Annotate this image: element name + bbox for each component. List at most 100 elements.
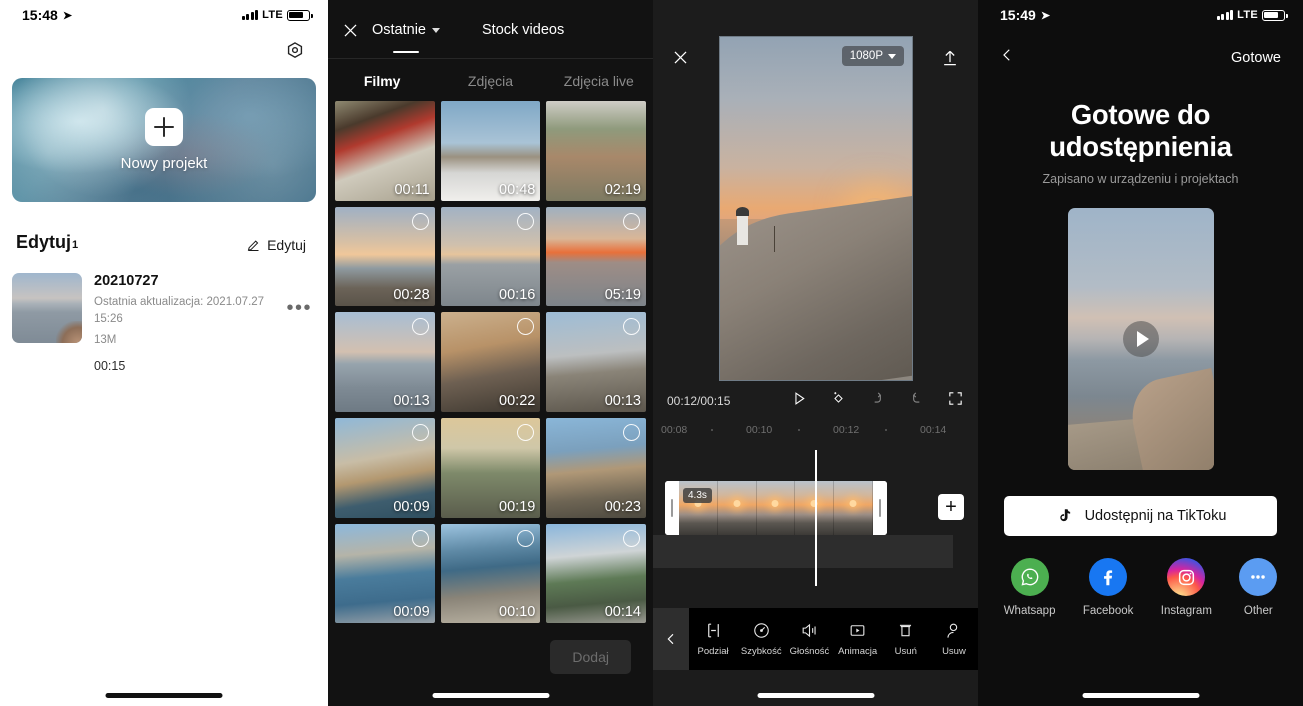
share-video-preview[interactable]: [1067, 208, 1214, 470]
timeline-track-secondary[interactable]: [653, 535, 953, 568]
play-icon[interactable]: [1122, 321, 1159, 357]
media-item[interactable]: 00:23: [546, 418, 646, 518]
undo-icon[interactable]: [869, 390, 886, 412]
toolbar-label: Animacja: [838, 646, 878, 657]
ruler-tick: 00:08: [661, 424, 688, 436]
share-navbar: Gotowe: [978, 30, 1303, 69]
new-project-banner[interactable]: Nowy projekt: [12, 78, 316, 202]
upload-icon[interactable]: [940, 48, 960, 73]
media-item[interactable]: 00:13: [335, 312, 435, 412]
video-preview[interactable]: 1080P: [719, 36, 913, 381]
media-select-circle[interactable]: [622, 529, 640, 547]
media-select-circle[interactable]: [517, 212, 535, 230]
panel-share: 15:49 ➤ LTE Gotowe Gotowe do udostępnien…: [978, 0, 1303, 706]
media-item[interactable]: 00:22: [440, 312, 541, 413]
share-target-other[interactable]: Other: [1239, 558, 1278, 617]
media-item[interactable]: 00:14: [546, 523, 646, 624]
play-icon[interactable]: [791, 390, 808, 412]
toolbar-item-speed[interactable]: Szybkość: [737, 621, 785, 657]
gear-icon[interactable]: [284, 40, 306, 62]
add-track-button[interactable]: +: [938, 494, 964, 520]
project-more-icon[interactable]: •••: [286, 273, 312, 320]
media-item[interactable]: 05:19: [546, 206, 646, 307]
share-target-whatsapp[interactable]: Whatsapp: [1004, 558, 1055, 617]
toolbar-item-cutout[interactable]: Usuw: [930, 621, 978, 657]
media-duration: 00:19: [499, 498, 536, 515]
media-item[interactable]: 00:09: [335, 418, 435, 518]
clip-handle-right[interactable]: [873, 481, 887, 535]
tab-ostatnie[interactable]: Ostatnie: [372, 22, 440, 38]
media-item[interactable]: 00:13: [546, 312, 646, 412]
tab-stock-videos[interactable]: Stock videos: [482, 22, 564, 38]
plus-icon: [145, 108, 183, 146]
media-item[interactable]: 00:19: [440, 418, 541, 518]
tab-zdjecia[interactable]: Zdjęcia: [436, 73, 544, 89]
clip-frame: [756, 481, 796, 535]
ruler-tick: 00:12: [833, 424, 860, 436]
toolbar-item-animation[interactable]: Animacja: [834, 621, 882, 657]
edit-button[interactable]: Edytuj: [246, 237, 306, 253]
media-item[interactable]: 02:19: [546, 101, 646, 201]
redo-icon[interactable]: [908, 390, 925, 412]
magic-wand-icon[interactable]: [830, 390, 847, 412]
media-select-circle[interactable]: [517, 318, 535, 336]
chevron-left-icon: [1003, 49, 1010, 61]
whatsapp-icon: [1010, 558, 1049, 596]
playhead[interactable]: [815, 450, 817, 586]
share-target-facebook[interactable]: Facebook: [1083, 558, 1133, 617]
media-select-circle[interactable]: [411, 529, 429, 547]
media-select-circle[interactable]: [517, 424, 535, 442]
media-select-circle[interactable]: [411, 424, 429, 442]
media-duration: 00:48: [499, 181, 536, 198]
clip-handle-left[interactable]: [665, 481, 679, 535]
project-duration: 00:15: [94, 359, 126, 374]
close-icon[interactable]: [671, 48, 690, 72]
media-item[interactable]: 00:16: [440, 206, 541, 307]
media-select-circle[interactable]: [411, 212, 429, 230]
status-time: 15:48: [22, 7, 58, 23]
add-media-button[interactable]: Dodaj: [550, 640, 631, 674]
project-updated: Ostatnia aktualizacja: 2021.07.27 15:26: [94, 296, 265, 325]
toolbar-item-delete[interactable]: Usuń: [882, 621, 930, 657]
pencil-icon: [247, 239, 259, 251]
ruler-tick: 00:14: [920, 424, 947, 436]
status-left: 15:49 ➤: [1000, 7, 1050, 23]
resolution-badge[interactable]: 1080P: [841, 46, 904, 66]
media-item[interactable]: 00:11: [335, 101, 435, 201]
media-select-circle[interactable]: [517, 529, 535, 547]
media-select-circle[interactable]: [622, 212, 640, 230]
media-item[interactable]: 00:10: [440, 523, 541, 624]
section-count: 1: [72, 239, 79, 251]
ruler-dot: [711, 429, 713, 431]
panel-projects: 15:48 ➤ LTE Nowy projekt Edytuj 1 Edytuj…: [0, 0, 328, 706]
toolbar-item-volume[interactable]: Głośność: [785, 621, 833, 657]
trash-icon: [900, 624, 912, 637]
edit-label: Edytuj: [267, 237, 306, 253]
project-list-item[interactable]: 20210727 Ostatnia aktualizacja: 2021.07.…: [0, 253, 328, 373]
toolbar-back-button[interactable]: [653, 608, 689, 670]
media-item[interactable]: 00:09: [335, 523, 435, 624]
media-duration: 00:09: [393, 498, 430, 515]
media-select-circle[interactable]: [411, 318, 429, 336]
tab-zdjecia-live[interactable]: Zdjęcia live: [545, 73, 653, 89]
media-duration: 00:11: [394, 181, 430, 198]
media-duration: 00:09: [393, 604, 430, 621]
media-select-circle[interactable]: [622, 424, 640, 442]
media-item[interactable]: 00:28: [335, 206, 435, 307]
share-target-instagram[interactable]: Instagram: [1161, 558, 1212, 617]
share-tiktok-button[interactable]: Udostępnij na TikToku: [1004, 496, 1277, 536]
toolbar-item-split[interactable]: Podział: [689, 621, 737, 657]
back-button[interactable]: [998, 46, 1016, 69]
fullscreen-icon[interactable]: [947, 390, 964, 412]
media-select-circle[interactable]: [622, 318, 640, 336]
project-name: 20210727: [94, 273, 159, 289]
tab-stock-videos-label: Stock videos: [482, 22, 565, 38]
status-right: LTE: [241, 9, 313, 21]
done-button[interactable]: Gotowe: [1231, 50, 1281, 66]
section-title-wrap: Edytuj 1: [16, 232, 78, 253]
close-icon[interactable]: [328, 21, 372, 40]
tab-filmy[interactable]: Filmy: [328, 73, 436, 89]
media-item[interactable]: 00:48: [440, 101, 541, 201]
chevron-down-icon: [888, 53, 896, 59]
timeline[interactable]: 4.3s +: [653, 450, 978, 606]
